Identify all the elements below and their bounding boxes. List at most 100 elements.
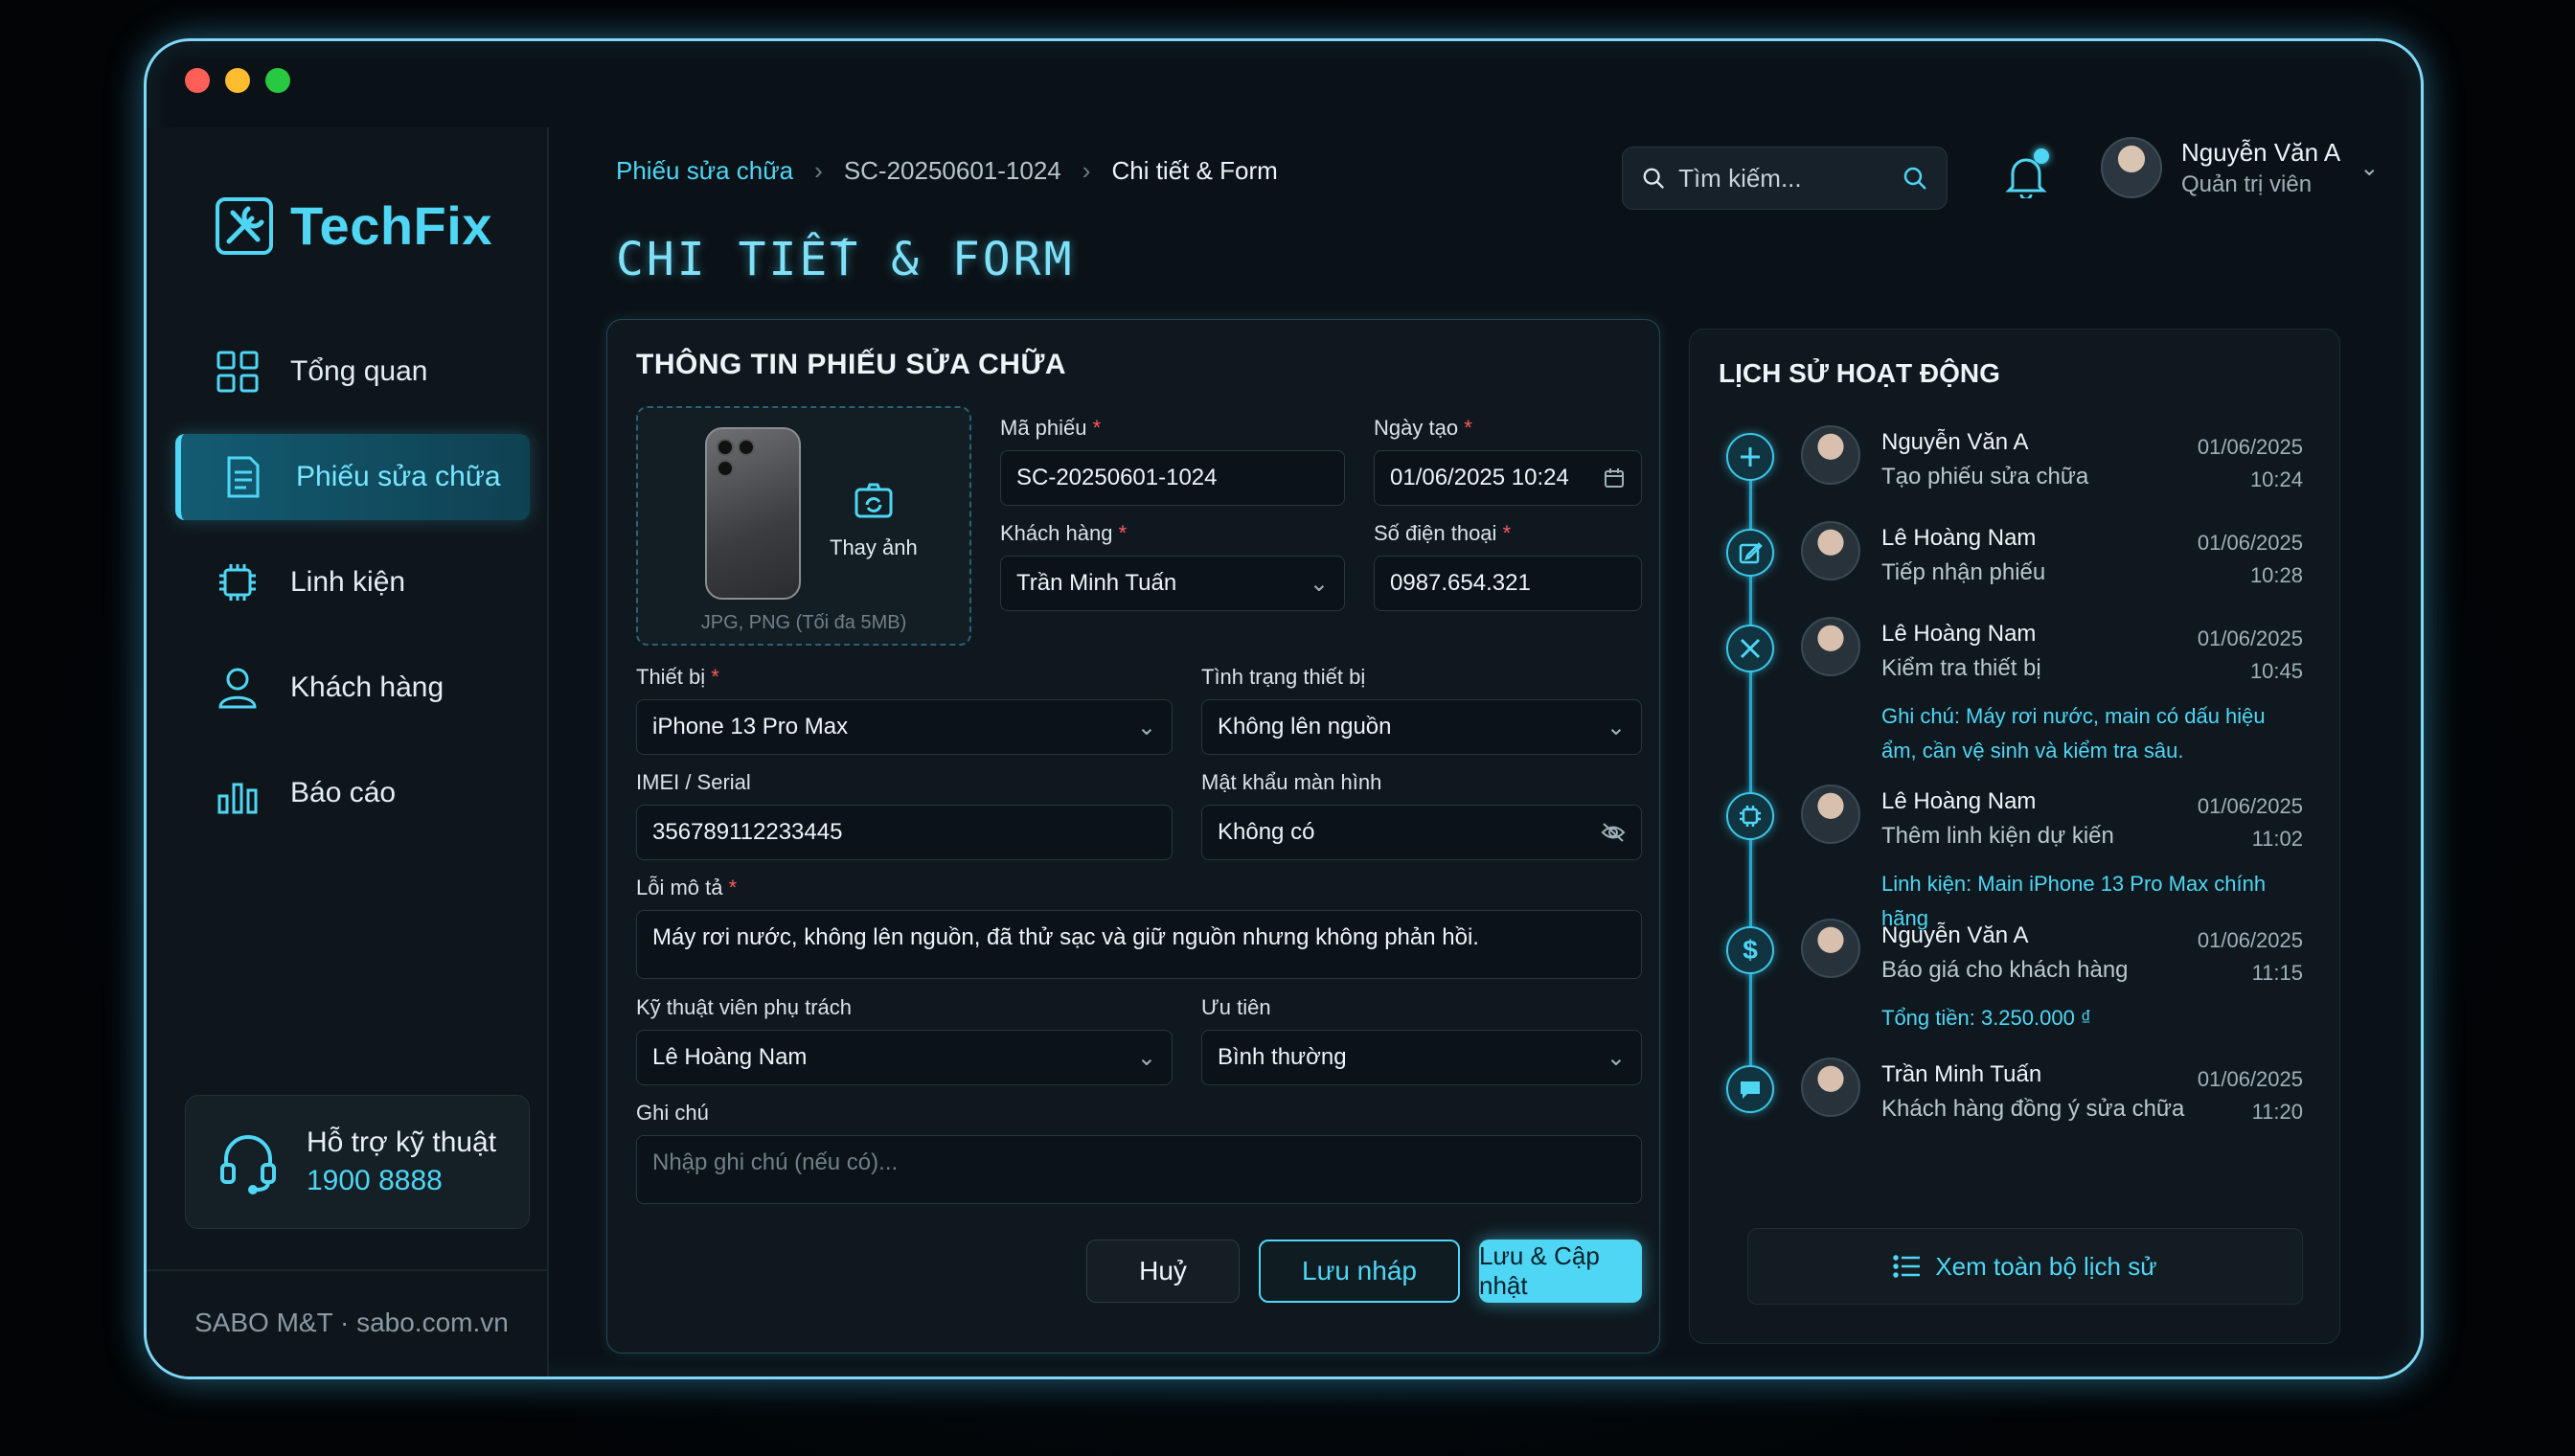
issue-field: Lỗi mô tả * Máy rơi nước, không lên nguồ…: [636, 876, 1642, 979]
phone-label: Số điện thoại: [1374, 521, 1497, 545]
screen-password-input[interactable]: Không có: [1201, 805, 1642, 860]
breadcrumb: Phiếu sửa chữa › SC-20250601-1024 › Chi …: [616, 156, 1278, 186]
chevron-down-icon: ⌄: [1606, 714, 1626, 740]
sidebar-item-label: Linh kiện: [290, 566, 406, 598]
chevron-right-icon: ›: [1082, 156, 1091, 185]
phone-input[interactable]: 0987.654.321: [1374, 556, 1642, 611]
support-phone[interactable]: 1900 8888: [307, 1165, 496, 1197]
avatar: [1801, 617, 1860, 676]
activity-item: Lê Hoàng Nam Kiểm tra thiết bị 01/06/202…: [1719, 617, 2313, 770]
headset-icon: [220, 1135, 276, 1194]
maximize-window-button[interactable]: [265, 68, 290, 93]
logo[interactable]: TechFix: [214, 194, 492, 257]
technician-select[interactable]: Lê Hoàng Nam ⌄: [636, 1030, 1173, 1085]
activity-time: 11:02: [2251, 827, 2303, 851]
activity-desc: Kiểm tra thiết bị: [1881, 655, 2041, 681]
ticket-id-input[interactable]: SC-20250601-1024: [1000, 450, 1345, 506]
issue-label: Lỗi mô tả: [636, 876, 723, 899]
customer-label: Khách hàng: [1000, 521, 1113, 545]
activity-title: LỊCH SỬ HOẠT ĐỘNG: [1719, 358, 2000, 388]
sidebar-item-customers[interactable]: Khách hàng: [175, 645, 530, 731]
support-box[interactable]: Hỗ trợ kỹ thuật 1900 8888: [185, 1095, 530, 1229]
chat-icon: [1726, 1065, 1774, 1113]
imei-input[interactable]: 356789112233445: [636, 805, 1173, 860]
breadcrumb-link-tickets[interactable]: Phiếu sửa chữa: [616, 156, 793, 186]
priority-select[interactable]: Bình thường ⌄: [1201, 1030, 1642, 1085]
list-icon: [1893, 1255, 1921, 1278]
chevron-right-icon: ›: [814, 156, 823, 185]
avatar: [2101, 137, 2162, 198]
created-date-label: Ngày tạo: [1374, 416, 1459, 440]
activity-desc: Tạo phiếu sửa chữa: [1881, 464, 2089, 489]
app-window: TechFix Tổng quan Phiếu sửa chữa Linh ki…: [144, 38, 2424, 1379]
cancel-button[interactable]: Huỷ: [1086, 1240, 1240, 1303]
priority-field: Ưu tiên Bình thường ⌄: [1201, 995, 1642, 1085]
activity-date: 01/06/2025: [2197, 626, 2303, 650]
avatar: [1801, 425, 1860, 485]
customer-select[interactable]: Trần Minh Tuấn ⌄: [1000, 556, 1345, 611]
chevron-down-icon: ⌄: [1606, 1044, 1626, 1071]
avatar: [1801, 919, 1860, 978]
device-status-select[interactable]: Không lên nguồn ⌄: [1201, 699, 1642, 755]
device-field: Thiết bị * iPhone 13 Pro Max ⌄: [636, 665, 1173, 755]
note-textarea[interactable]: Nhập ghi chú (nếu có)...: [636, 1135, 1642, 1204]
search-input[interactable]: [1678, 163, 1890, 193]
activity-time: 10:24: [2249, 467, 2303, 491]
activity-history-card: LỊCH SỬ HOẠT ĐỘNG Nguyễn Văn A Tạo phiếu…: [1689, 329, 2340, 1344]
support-title: Hỗ trợ kỹ thuật: [307, 1126, 497, 1158]
sidebar-item-repair-tickets[interactable]: Phiếu sửa chữa: [175, 434, 530, 520]
document-icon: [219, 453, 267, 501]
activity-user: Lê Hoàng Nam: [1881, 525, 2037, 551]
logo-text: TechFix: [290, 195, 492, 256]
close-window-button[interactable]: [185, 68, 210, 93]
tools-icon: [1726, 625, 1774, 672]
note-placeholder: Nhập ghi chú (nếu có)...: [652, 1149, 899, 1175]
save-update-button[interactable]: Lưu & Cập nhật: [1479, 1240, 1642, 1303]
chip-icon: [214, 558, 262, 606]
activity-desc: Thêm linh kiện dự kiến: [1881, 823, 2114, 849]
sidebar-item-overview[interactable]: Tổng quan: [175, 329, 530, 415]
sidebar-item-label: Tổng quan: [290, 355, 428, 387]
calendar-icon[interactable]: [1603, 466, 1626, 489]
device-label: Thiết bị: [636, 665, 706, 689]
device-status-field: Tình trạng thiết bị Không lên nguồn ⌄: [1201, 665, 1642, 755]
created-date-input[interactable]: 01/06/2025 10:24: [1374, 450, 1642, 506]
minimize-window-button[interactable]: [225, 68, 250, 93]
activity-time: 11:15: [2251, 961, 2303, 985]
activity-desc: Tiếp nhận phiếu: [1881, 559, 2046, 585]
notification-badge: [2034, 148, 2049, 164]
breadcrumb-ticket-id[interactable]: SC-20250601-1024: [844, 156, 1061, 186]
activity-user: Trần Minh Tuấn: [1881, 1061, 2042, 1087]
chevron-down-icon[interactable]: ⌄: [2359, 154, 2379, 182]
device-status-value: Không lên nguồn: [1218, 714, 1392, 739]
change-photo-label: Thay ảnh: [830, 535, 918, 559]
activity-item: Nguyễn Văn A Tạo phiếu sửa chữa 01/06/20…: [1719, 425, 2313, 512]
imei-field: IMEI / Serial 356789112233445: [636, 770, 1173, 860]
screen-password-label: Mật khẩu màn hình: [1201, 770, 1382, 794]
search-bar[interactable]: [1622, 147, 1948, 210]
view-all-history-button[interactable]: Xem toàn bộ lịch sử: [1747, 1228, 2303, 1305]
window-controls: [185, 68, 290, 93]
save-draft-button[interactable]: Lưu nháp: [1259, 1240, 1460, 1303]
issue-textarea[interactable]: Máy rơi nước, không lên nguồn, đã thử sạ…: [636, 910, 1642, 979]
activity-date: 01/06/2025: [2197, 435, 2303, 459]
device-select[interactable]: iPhone 13 Pro Max ⌄: [636, 699, 1173, 755]
change-photo-button[interactable]: Thay ảnh: [830, 480, 918, 560]
sidebar-item-reports[interactable]: Báo cáo: [175, 750, 530, 836]
activity-item: Trần Minh Tuấn Khách hàng đồng ý sửa chữ…: [1719, 1058, 2313, 1144]
technician-value: Lê Hoàng Nam: [652, 1044, 808, 1070]
ticket-id-field: Mã phiếu * SC-20250601-1024: [1000, 416, 1345, 506]
eye-off-icon[interactable]: [1601, 822, 1626, 843]
user-menu[interactable]: Nguyễn Văn A Quản trị viên ⌄: [2101, 137, 2379, 198]
page-title: CHI TIẾT & FORM: [616, 233, 1075, 286]
form-title: THÔNG TIN PHIẾU SỬA CHỮA: [636, 349, 1067, 380]
search-submit-icon[interactable]: [1903, 165, 1927, 192]
activity-user: Nguyễn Văn A: [1881, 922, 2029, 948]
activity-date: 01/06/2025: [2197, 531, 2303, 555]
user-name: Nguyễn Văn A: [2181, 137, 2341, 167]
activity-user: Lê Hoàng Nam: [1881, 788, 2037, 814]
device-photo-upload[interactable]: Thay ảnh JPG, PNG (Tối đa 5MB): [636, 406, 971, 646]
sidebar-item-label: Báo cáo: [290, 777, 397, 808]
sidebar-item-parts[interactable]: Linh kiện: [175, 539, 530, 626]
imei-label: IMEI / Serial: [636, 770, 751, 794]
